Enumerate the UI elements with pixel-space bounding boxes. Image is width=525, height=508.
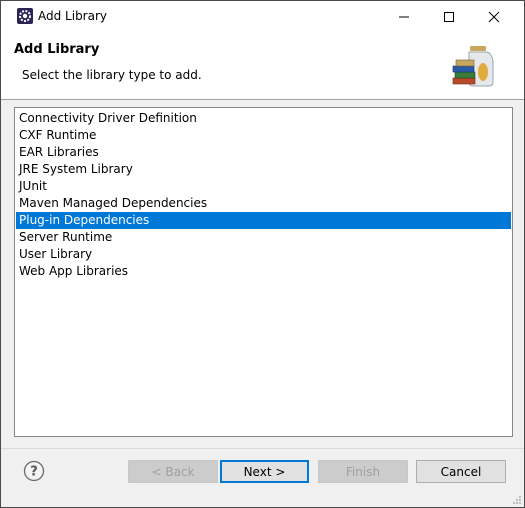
next-button[interactable]: Next > xyxy=(220,460,309,483)
back-button[interactable]: < Back xyxy=(128,460,218,483)
page-title: Add Library xyxy=(14,42,100,57)
eclipse-gear-icon xyxy=(17,8,33,24)
list-item[interactable]: JUnit xyxy=(16,178,511,195)
maximize-button[interactable] xyxy=(426,1,471,32)
minimize-icon xyxy=(398,16,409,17)
svg-text:?: ? xyxy=(30,465,38,480)
list-item[interactable]: Connectivity Driver Definition xyxy=(16,110,511,127)
footer-separator xyxy=(1,448,524,449)
help-icon[interactable]: ? xyxy=(23,460,45,482)
cancel-button[interactable]: Cancel xyxy=(416,460,506,483)
library-type-list[interactable]: Connectivity Driver Definition CXF Runti… xyxy=(14,107,513,437)
list-item[interactable]: CXF Runtime xyxy=(16,127,511,144)
list-item-selected[interactable]: Plug-in Dependencies xyxy=(16,212,511,229)
minimize-button[interactable] xyxy=(381,1,426,32)
resize-grip-icon[interactable] xyxy=(512,495,522,505)
list-item[interactable]: Maven Managed Dependencies xyxy=(16,195,511,212)
window-title: Add Library xyxy=(38,9,108,23)
title-bar[interactable]: Add Library xyxy=(1,1,524,32)
add-library-dialog: Add Library Add Library Select the libra… xyxy=(0,0,525,508)
close-icon xyxy=(488,11,499,22)
list-item[interactable]: Server Runtime xyxy=(16,229,511,246)
finish-button[interactable]: Finish xyxy=(318,460,408,483)
close-button[interactable] xyxy=(471,1,516,32)
list-item[interactable]: Web App Libraries xyxy=(16,263,511,280)
page-message: Select the library type to add. xyxy=(22,68,202,82)
library-jar-books-icon xyxy=(452,46,494,87)
list-item[interactable]: User Library xyxy=(16,246,511,263)
list-item[interactable]: EAR Libraries xyxy=(16,144,511,161)
wizard-header: Add Library Select the library type to a… xyxy=(1,32,524,100)
maximize-icon xyxy=(443,11,454,22)
list-item[interactable]: JRE System Library xyxy=(16,161,511,178)
